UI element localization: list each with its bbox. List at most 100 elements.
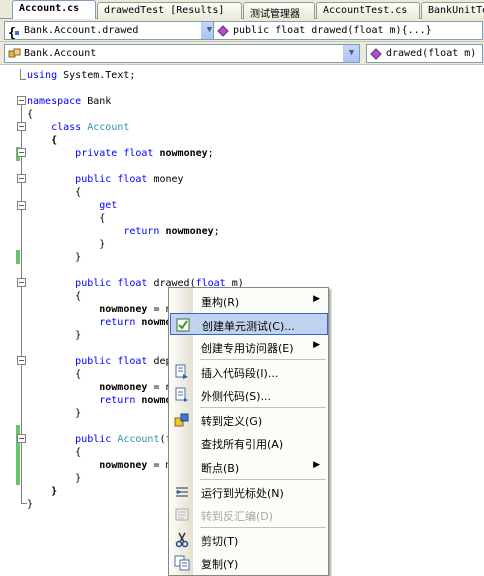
navigation-bar-bottom: Bank.Account ▼ drawed(float m) [0,42,484,65]
insert-snippet-icon [174,364,190,380]
submenu-arrow-icon: ▶ [313,340,320,350]
collapse-field-button[interactable]: − [17,148,26,157]
code-line: public float money [75,174,184,185]
svg-text:{: { [8,26,16,39]
tab-label: BankUnitTe [428,5,484,16]
code-line: public float dep [75,356,172,367]
code-line: } [27,473,82,484]
code-line: } [27,330,82,341]
menu-item-go-to-disassembly[interactable]: 转到反汇编(D) [170,504,328,526]
code-line: return nowmo [99,395,172,406]
collapse-property-button[interactable]: − [17,174,26,183]
menu-item-label: 断点(B) [201,462,240,475]
code-line: return nowmoney; [123,226,220,237]
disassembly-icon [174,507,190,523]
menu-separator [200,359,326,360]
collapse-get-button[interactable]: − [17,201,26,210]
tab-bank-unit-test[interactable]: BankUnitTe [421,2,484,19]
menu-separator [200,527,326,528]
menu-item-label: 外侧代码(S)... [201,390,272,403]
method-icon [370,48,382,60]
tab-account-cs[interactable]: Account.cs [12,0,96,20]
code-line: { [27,109,34,120]
submenu-arrow-icon: ▶ [313,460,320,470]
menu-item-label: 转到定义(G) [201,415,263,428]
outline-gutter [0,65,14,576]
member-combo[interactable]: public float drawed(float m){...} [213,21,483,40]
menu-item-refactor[interactable]: 重构(R) ▶ [170,290,328,312]
submenu-arrow-icon: ▶ [313,294,320,304]
class-combo-value: Bank.Account.drawed [24,25,139,36]
menu-item-insert-snippet[interactable]: 插入代码段(I)... [170,361,328,383]
code-line: get [99,200,118,211]
type-combo-value: Bank.Account [24,48,97,59]
code-line: { [27,187,82,198]
menu-item-label: 剪切(T) [201,535,239,548]
menu-item-breakpoint[interactable]: 断点(B) ▶ [170,456,328,478]
outline-line [20,69,21,79]
menu-item-label: 创建专用访问器(E) [201,342,294,355]
type-icon [8,48,21,60]
code-line: namespace Bank [27,96,112,107]
code-line: } [27,408,82,419]
code-line: } [27,239,106,250]
unit-test-icon [175,317,191,333]
menu-item-label: 转到反汇编(D) [201,510,274,523]
code-line: return nowmo [99,317,172,328]
context-menu: 重构(R) ▶ 创建单元测试(C)... 创建专用访问器(E) ▶ 插入代码段(… [168,287,329,576]
collapse-class-button[interactable]: − [17,122,26,131]
menu-item-create-private-accessor[interactable]: 创建专用访问器(E) ▶ [170,336,328,358]
navigation-bar-top: { Bank.Account.drawed ▼ public float dra… [0,19,484,42]
code-line: { [27,213,106,224]
class-braces-icon: { [8,25,20,39]
code-line: } [27,252,82,263]
class-combo[interactable]: { Bank.Account.drawed ▼ [4,21,218,40]
copy-icon [174,555,190,571]
code-line: { [27,369,82,380]
collapse-constructor-button[interactable]: − [17,434,26,443]
collapse-method-deposit-button[interactable]: − [17,356,26,365]
collapse-namespace-button[interactable]: − [17,96,26,105]
menu-item-label: 查找所有引用(A) [201,438,284,451]
go-to-definition-icon [174,412,190,428]
code-line: { [51,135,58,146]
menu-separator [200,479,326,480]
code-line: { [27,291,82,302]
menu-item-copy[interactable]: 复制(Y) [170,552,328,574]
outline-line [21,105,22,503]
code-line: using System.Text; [27,70,136,81]
menu-item-label: 运行到光标处(N) [201,487,284,500]
chevron-down-icon[interactable]: ▼ [343,45,359,62]
method-icon [217,25,229,37]
menu-item-cut[interactable]: 剪切(T) [170,529,328,551]
tab-label: drawedTest [Results] [104,5,225,16]
code-line: nowmoney = n [99,304,172,315]
run-to-cursor-icon [174,484,190,500]
tab-drawed-test-results[interactable]: drawedTest [Results] [97,2,242,19]
member-combo-value: public float drawed(float m){...} [233,25,432,36]
tab-account-test-cs[interactable]: AccountTest.cs [316,2,420,19]
code-line: nowmoney = n [99,382,172,393]
menu-item-label: 复制(Y) [201,558,239,571]
code-line: public Account(f [75,434,172,445]
code-line: private float nowmoney; [75,148,214,159]
document-tab-strip: Account.cs drawedTest [Results] 测试管理器 Ac… [0,0,484,20]
tab-label: Account.cs [19,3,80,14]
menu-item-label: 重构(R) [201,296,240,309]
outline-line [20,79,26,80]
menu-item-run-to-cursor[interactable]: 运行到光标处(N) [170,481,328,503]
method-combo[interactable]: drawed(float m) [366,44,483,63]
method-combo-value: drawed(float m) [386,48,477,59]
menu-item-surround-with[interactable]: 外侧代码(S)... [170,384,328,406]
menu-item-find-all-references[interactable]: 查找所有引用(A) [170,432,328,454]
tab-test-manager[interactable]: 测试管理器 [243,2,315,19]
type-combo[interactable]: Bank.Account ▼ [4,44,360,63]
surround-with-icon [174,387,190,403]
code-line: class Account [51,122,130,133]
code-line: nowmoney = m [99,460,172,471]
tab-label: AccountTest.cs [323,5,408,16]
tab-label: 测试管理器 [250,9,300,19]
menu-item-go-to-definition[interactable]: 转到定义(G) [170,409,328,431]
collapse-method-drawed-button[interactable]: − [17,278,26,287]
menu-item-create-unit-tests[interactable]: 创建单元测试(C)... [170,313,328,335]
